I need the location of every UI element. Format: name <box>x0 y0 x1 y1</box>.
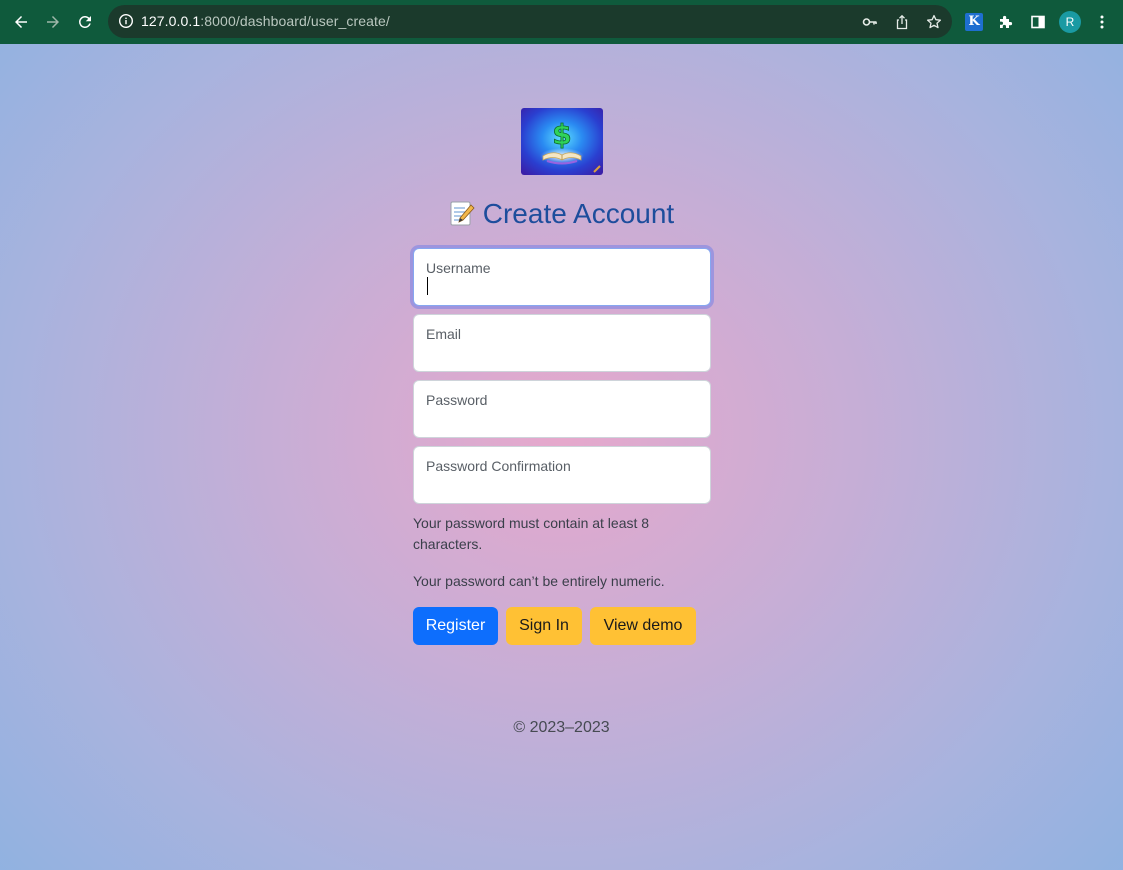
username-input[interactable] <box>426 277 696 297</box>
url-host: 127.0.0.1 <box>141 13 201 29</box>
memo-icon <box>450 201 475 226</box>
email-label: Email <box>426 326 462 342</box>
k-extension-icon[interactable]: K <box>965 13 983 31</box>
copyright-footer: © 2023–2023 <box>513 719 610 736</box>
url-text: 127.0.0.1:8000/dashboard/user_create/ <box>141 13 390 29</box>
email-input[interactable] <box>426 343 696 363</box>
register-button[interactable]: Register <box>413 607 498 645</box>
password-confirmation-input[interactable] <box>426 475 696 495</box>
reload-icon <box>78 15 91 28</box>
browser-toolbar: 127.0.0.1:8000/dashboard/user_create/ K <box>0 0 1123 44</box>
password-input[interactable] <box>426 409 696 429</box>
password-label: Password <box>426 392 488 408</box>
address-bar[interactable]: 127.0.0.1:8000/dashboard/user_create/ <box>108 5 952 38</box>
side-panel-button[interactable] <box>1028 12 1048 32</box>
star-icon <box>926 14 942 29</box>
share-button[interactable] <box>892 12 912 32</box>
extensions-button[interactable] <box>996 12 1016 32</box>
title-text: Create Account <box>482 198 675 229</box>
username-label: Username <box>426 260 491 276</box>
bookmark-button[interactable] <box>924 12 944 32</box>
password-field[interactable]: Password <box>413 380 711 438</box>
password-numeric-help: Your password can’t be entirely numeric. <box>413 573 665 589</box>
password-length-help: Your password must contain at least 8 ch… <box>413 515 650 552</box>
key-icon <box>862 18 877 26</box>
share-icon <box>896 14 908 30</box>
username-field[interactable]: Username <box>413 248 711 306</box>
email-field[interactable]: Email <box>413 314 711 372</box>
arrow-right-icon <box>47 16 59 28</box>
text-caret <box>427 277 428 295</box>
back-button[interactable] <box>9 10 33 34</box>
svg-text:$: $ <box>552 118 571 151</box>
info-icon[interactable] <box>118 13 134 29</box>
reload-button[interactable] <box>73 10 97 34</box>
url-path: :8000/dashboard/user_create/ <box>200 13 390 29</box>
password-key-button[interactable] <box>860 12 880 32</box>
page-title: Create Account <box>0 198 1123 230</box>
arrow-left-icon <box>15 16 27 28</box>
kebab-menu-icon <box>1100 15 1104 29</box>
password-confirmation-field[interactable]: Password Confirmation <box>413 446 711 504</box>
sign-in-button[interactable]: Sign In <box>506 607 582 645</box>
browser-menu-button[interactable] <box>1092 12 1112 32</box>
profile-avatar[interactable]: R <box>1059 11 1081 33</box>
side-panel-icon <box>1031 15 1045 29</box>
dollar-book-logo: $ <box>521 108 603 175</box>
view-demo-button[interactable]: View demo <box>590 607 696 645</box>
forward-button[interactable] <box>41 10 65 34</box>
password-confirmation-label: Password Confirmation <box>426 458 571 474</box>
puzzle-icon <box>1000 15 1013 28</box>
app-logo: $ <box>521 108 603 175</box>
